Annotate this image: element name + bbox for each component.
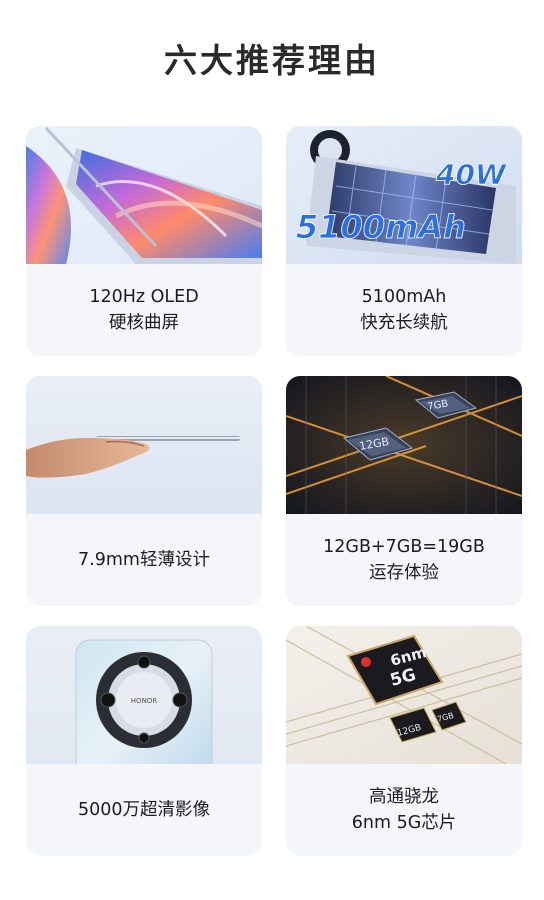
- caption-line-1: 12GB+7GB=19GB: [323, 537, 485, 557]
- reason-caption: 120Hz OLED 硬核曲屏: [26, 264, 262, 356]
- reason-caption: 5000万超清影像: [26, 764, 262, 856]
- thin-phone-image: [26, 376, 262, 514]
- reason-card-battery: 5100mAh 40W 5100mAh 快充长续航: [286, 126, 522, 356]
- caption-line-2: 硬核曲屏: [109, 313, 179, 333]
- memory-chips-image: 12GB 7GB: [286, 376, 522, 514]
- caption-line-2: 6nm 5G芯片: [351, 813, 457, 833]
- page: 六大推荐理由 120Hz OLED 硬核曲屏 5100mAh 40W 5100m…: [0, 0, 544, 900]
- processor-chip-image: 6nm 5G 12GB 7GB: [286, 626, 522, 764]
- reason-caption: 12GB+7GB=19GB 运存体验: [286, 514, 522, 606]
- reason-caption: 7.9mm轻薄设计: [26, 514, 262, 606]
- reason-caption: 高通骁龙 6nm 5G芯片: [286, 764, 522, 856]
- battery-image: 5100mAh 40W: [286, 126, 522, 264]
- reason-card-screen: 120Hz OLED 硬核曲屏: [26, 126, 262, 356]
- caption-line-2: 运存体验: [369, 563, 439, 583]
- curved-screen-image: [26, 126, 262, 264]
- caption-line-1: 7.9mm轻薄设计: [78, 550, 210, 570]
- caption-line-1: 120Hz OLED: [89, 287, 199, 307]
- reason-card-processor: 6nm 5G 12GB 7GB 高通骁龙 6nm 5G芯片: [286, 626, 522, 856]
- reason-card-thin: 7.9mm轻薄设计: [26, 376, 262, 606]
- reason-card-camera: HONOR 5000万超清影像: [26, 626, 262, 856]
- reason-caption: 5100mAh 快充长续航: [286, 264, 522, 356]
- caption-line-1: 高通骁龙: [369, 787, 439, 807]
- page-title: 六大推荐理由: [164, 41, 380, 80]
- reason-card-memory: 12GB 7GB 12GB+7GB=19GB 运存体验: [286, 376, 522, 606]
- caption-line-1: 5100mAh: [361, 287, 447, 307]
- camera-module-image: HONOR: [26, 626, 262, 764]
- caption-line-1: 5000万超清影像: [77, 800, 211, 820]
- caption-line-2: 快充长续航: [360, 313, 448, 333]
- brand-text: HONOR: [131, 697, 158, 705]
- capacity-label: 5100mAh: [296, 208, 466, 246]
- power-label: 40W: [435, 158, 507, 191]
